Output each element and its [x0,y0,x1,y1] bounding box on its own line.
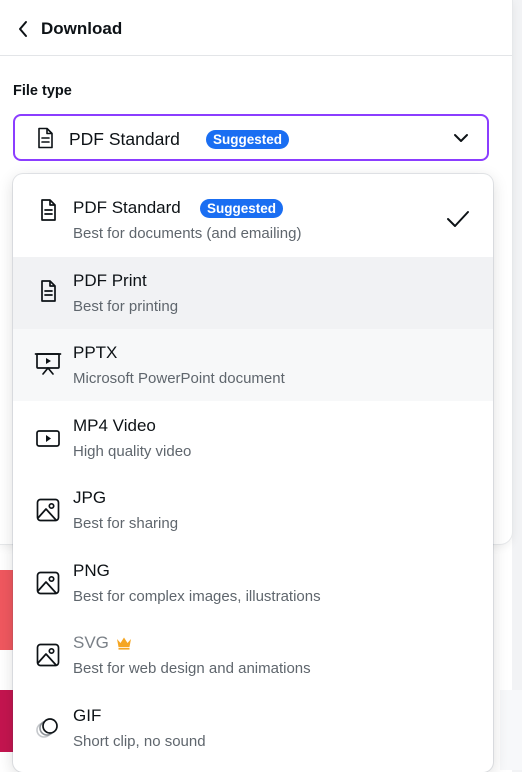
option-title: PDF Standard [73,198,181,217]
checkmark-icon [447,211,469,227]
option-description: High quality video [73,443,192,460]
option-gif[interactable]: GIF Short clip, no sound [13,692,493,764]
option-pdf-standard[interactable]: PDF Standard Suggested Best for document… [13,174,493,246]
file-type-select[interactable]: PDF Standard Suggested [13,114,489,161]
option-description: Best for complex images, illustrations [73,588,321,605]
option-title: PNG [73,561,110,580]
selected-file-type: PDF Standard [69,129,180,149]
option-title: PDF Print [73,271,147,290]
option-description: Short clip, no sound [73,733,206,750]
panel-title: Download [41,19,123,38]
suggested-badge: Suggested [206,130,290,149]
option-mp4-video[interactable]: MP4 Video High quality video [13,402,493,474]
panel-header: Download [0,0,512,56]
option-title: SVG [73,633,109,652]
background-canvas [512,0,522,772]
file-type-label: File type [13,83,72,99]
image-icon [36,643,60,667]
option-title: GIF [73,706,102,725]
background-gray-box [500,690,522,770]
option-title: MP4 Video [73,416,156,435]
document-icon [38,127,53,149]
presentation-icon [34,353,62,375]
crown-icon [117,637,131,650]
option-description: Microsoft PowerPoint document [73,370,285,387]
option-jpg[interactable]: JPG Best for sharing [13,474,493,546]
back-button[interactable] [12,16,34,42]
option-pdf-print[interactable]: PDF Print Best for printing [13,257,493,329]
option-description: Best for web design and animations [73,660,311,677]
background-swatch-red [0,570,13,650]
document-icon [41,280,56,302]
video-icon [36,430,60,447]
option-description: Best for sharing [73,515,179,532]
option-description: Best for documents (and emailing) [73,225,302,242]
option-pptx[interactable]: PPTX Microsoft PowerPoint document [13,329,493,401]
gif-icon [36,718,58,738]
option-description: Best for printing [73,298,179,315]
option-png[interactable]: PNG Best for complex images, illustratio… [13,547,493,619]
option-title: PPTX [73,343,118,362]
suggested-badge: Suggested [200,199,284,218]
image-icon [36,571,60,595]
document-icon [41,199,56,221]
background-swatch-pink [0,690,13,752]
chevron-down-icon [454,134,468,142]
image-icon [36,498,60,522]
chevron-left-icon [19,21,27,37]
option-title: JPG [73,488,107,507]
file-type-dropdown: PDF Standard Suggested Best for document… [13,174,493,772]
option-svg[interactable]: SVG Best for web design and animations [13,619,493,691]
